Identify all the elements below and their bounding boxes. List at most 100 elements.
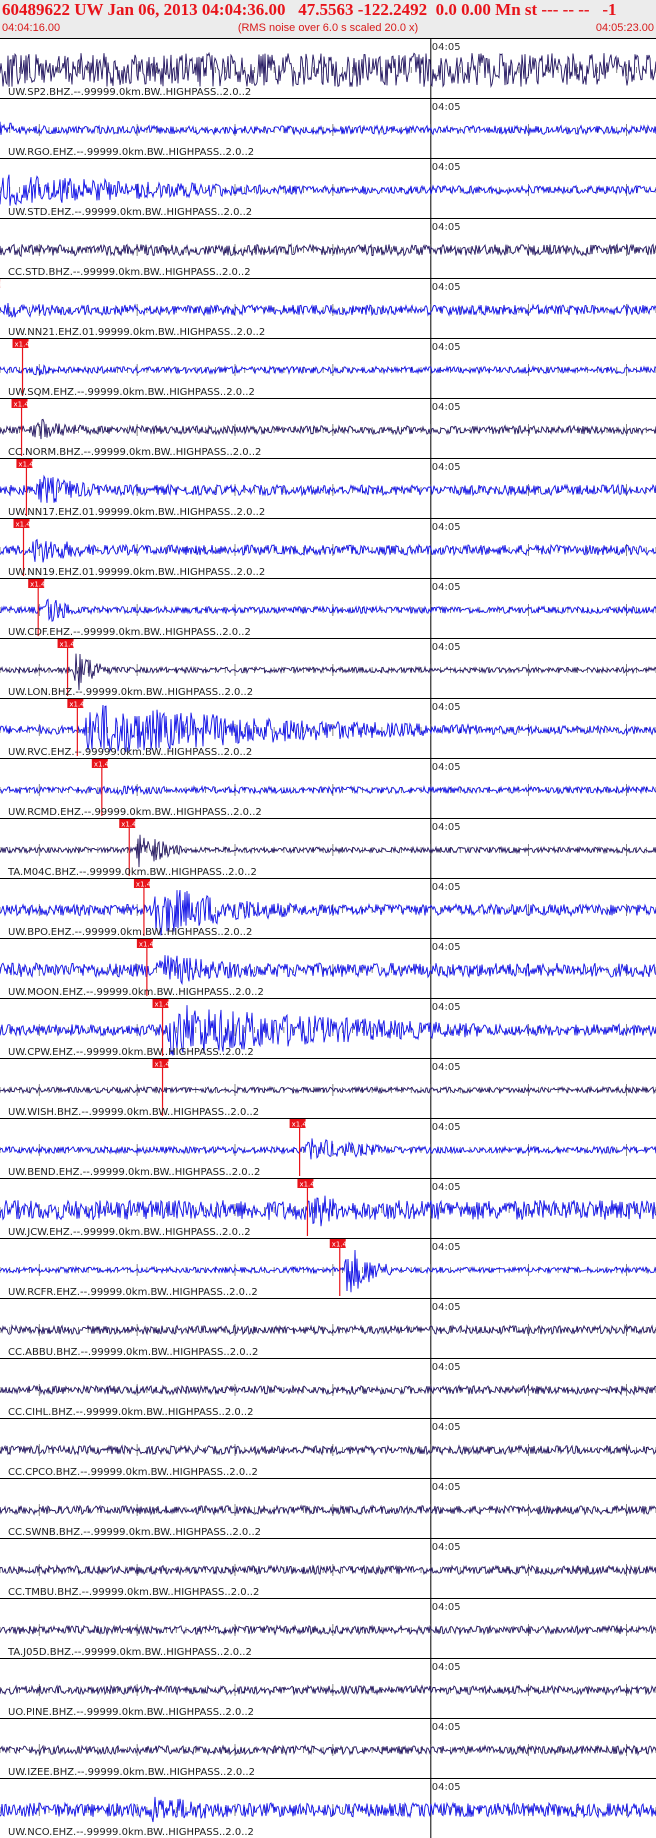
- waveform: [0, 1744, 656, 1756]
- trace-label: CC.STD.BHZ.--.99999.0km.BW..HIGHPASS..2.…: [8, 267, 251, 278]
- waveform: [0, 364, 656, 376]
- trace-panel: 04:05 x1.4 CC.NORM.BHZ.--.99999.0km.BW..HI…: [0, 398, 656, 458]
- waveform: [0, 704, 656, 753]
- trace-panel: 04:05 CC.CIHL.BHZ.--.99999.0km.BW..HIGHPA…: [0, 1358, 656, 1418]
- trace-panel: 04:05 x1.4 UW.CPW.EHZ.--.99999.0km.BW..HIG…: [0, 998, 656, 1058]
- pick-label: x1.4: [18, 461, 34, 469]
- waveform: [0, 1138, 656, 1160]
- trace-label: UW.LON.BHZ.--.99999.0km.BW..HIGHPASS..2.…: [8, 687, 253, 698]
- minute-label: 04:05: [432, 42, 461, 53]
- waveform: [0, 1444, 656, 1456]
- trace-panel: 04:05 CC.CPCO.BHZ.--.99999.0km.BW..HIGHPA…: [0, 1418, 656, 1478]
- pick-label: x1.4: [332, 1241, 348, 1249]
- trace-label: UW.IZEE.BHZ.--.99999.0km.BW..HIGHPASS..2…: [8, 1767, 255, 1778]
- waveform: [0, 1564, 656, 1576]
- waveform: [0, 955, 656, 986]
- trace-panel: 04:05 UW.NCO.EHZ.--.99999.0km.BW..HIGHPAS…: [0, 1778, 656, 1838]
- trace-label: UW.SQM.EHZ.--.99999.0km.BW..HIGHPASS..2.…: [8, 387, 255, 398]
- trace-label: CC.ABBU.BHZ.--.99999.0km.BW..HIGHPASS..2…: [8, 1347, 258, 1358]
- trace-panel: 04:05 x1.4 UW.CDF.EHZ.--.99999.0km.BW..HIG…: [0, 578, 656, 638]
- minute-label: 04:05: [432, 342, 461, 353]
- trace-panel: 04:05 TA.J05D.BHZ.--.99999.0km.BW..HIGHPA…: [0, 1598, 656, 1658]
- trace-panel: 04:05 x1.4 UW.LON.BHZ.--.99999.0km.BW..HIG…: [0, 638, 656, 698]
- pick-label: x1.4: [60, 641, 76, 649]
- trace-panel: 04:05 UO.PINE.BHZ.--.99999.0km.BW..HIGHPA…: [0, 1658, 656, 1718]
- time-ticks: [0, 664, 656, 676]
- trace-panel: 04:05 CC.SWNB.BHZ.--.99999.0km.BW..HIGHPA…: [0, 1478, 656, 1538]
- minute-label: 04:05: [432, 1242, 461, 1253]
- waveform: [0, 1085, 656, 1095]
- waveform: [0, 51, 656, 88]
- minute-label: 04:05: [432, 522, 461, 533]
- waveform: [0, 1195, 656, 1227]
- waveform: [0, 418, 656, 440]
- end-time: 04:05:23.00: [595, 22, 654, 34]
- minute-label: 04:05: [432, 882, 461, 893]
- pick-label: x1.4: [94, 761, 110, 769]
- trace-label: CC.TMBU.BHZ.--.99999.0km.BW..HIGHPASS..2…: [8, 1587, 259, 1598]
- trace-label: CC.CPCO.BHZ.--.99999.0km.BW..HIGHPASS..2…: [8, 1467, 258, 1478]
- waveform: [0, 1796, 656, 1823]
- trace-panel: 04:05 x1.4 TA.M04C.BHZ.--.99999.0km.BW..HI…: [0, 818, 656, 878]
- minute-label: 04:05: [432, 582, 461, 593]
- waveform: [0, 243, 656, 258]
- trace-panel: 04:05 x1.4 UW.NN21.EHZ.01.99999.0km.BW..HI…: [0, 278, 656, 338]
- minute-label: 04:05: [432, 162, 461, 173]
- trace-label: UW.CDF.EHZ.--.99999.0km.BW..HIGHPASS..2.…: [8, 627, 251, 638]
- trace-panel: 04:05 x1.4 UW.MOON.EHZ.--.99999.0km.BW..HI…: [0, 938, 656, 998]
- trace-label: UW.JCW.EHZ.--.99999.0km.BW..HIGHPASS..2.…: [8, 1227, 251, 1238]
- pick-label: x1.4: [292, 1121, 308, 1129]
- trace-label: UW.RGO.EHZ.--.99999.0km.BW..HIGHPASS..2.…: [8, 147, 254, 158]
- minute-label: 04:05: [432, 642, 461, 653]
- trace-label: UW.NN19.EHZ.01.99999.0km.BW..HIGHPASS..2…: [8, 567, 265, 578]
- trace-label: UW.BPO.EHZ.--.99999.0km.BW..HIGHPASS..2.…: [8, 927, 252, 938]
- trace-label: UW.RVC.EHZ.--.99999.0km.BW..HIGHPASS..2.…: [8, 747, 252, 758]
- minute-label: 04:05: [432, 1182, 461, 1193]
- minute-label: 04:05: [432, 1482, 461, 1493]
- trace-panel: 04:05 CC.TMBU.BHZ.--.99999.0km.BW..HIGHPA…: [0, 1538, 656, 1598]
- trace-label: TA.J05D.BHZ.--.99999.0km.BW..HIGHPASS..2…: [7, 1647, 252, 1658]
- trace-panel: 04:05 CC.ABBU.BHZ.--.99999.0km.BW..HIGHPA…: [0, 1298, 656, 1358]
- trace-label: UW.STD.EHZ.--.99999.0km.BW..HIGHPASS..2.…: [8, 207, 252, 218]
- trace-panel: 04:05x1.4UW.STD.EHZ.--.99999.0km.BW..HIG…: [0, 158, 656, 218]
- minute-label: 04:05: [432, 222, 461, 233]
- trace-panel: 04:05 x1.4 UW.NN17.EHZ.01.99999.0km.BW..HI…: [0, 458, 656, 518]
- pick-label: x1.4: [155, 1001, 171, 1009]
- trace-label: UW.NCO.EHZ.--.99999.0km.BW..HIGHPASS..2.…: [8, 1827, 254, 1838]
- waveform: [0, 121, 656, 136]
- trace-panel: 04:05 x1.4 UW.JCW.EHZ.--.99999.0km.BW..HIG…: [0, 1178, 656, 1238]
- trace-panel: 04:05 x1.4 UW.BEND.EHZ.--.99999.0km.BW..HI…: [0, 1118, 656, 1178]
- minute-label: 04:05: [432, 282, 461, 293]
- waveform: [0, 538, 656, 563]
- waveform: [0, 1324, 656, 1336]
- plot-header: 60489622 UW Jan 06, 2013 04:04:36.00 47.…: [0, 0, 656, 38]
- waveform: [0, 1684, 656, 1696]
- seismogram-plot: 04:05 x1.4 UW.SP2.BHZ.--.99999.0km.BW..HIG…: [0, 38, 656, 1838]
- minute-label: 04:05: [432, 1722, 461, 1733]
- minute-label: 04:05: [432, 1602, 461, 1613]
- pick-label: x1.4: [155, 1061, 171, 1069]
- waveform: [0, 1624, 656, 1636]
- pick-label: x1.4: [15, 521, 31, 529]
- minute-label: 04:05: [432, 1782, 461, 1793]
- pick-label: x1.4: [139, 941, 155, 949]
- waveform: [0, 598, 656, 622]
- pick-label: x1.4: [69, 701, 85, 709]
- minute-label: 04:05: [432, 762, 461, 773]
- trace-label: CC.CIHL.BHZ.--.99999.0km.BW..HIGHPASS..2…: [8, 1407, 253, 1418]
- waveform: [0, 1384, 656, 1396]
- pick-label: x1.4: [30, 581, 46, 589]
- trace-label: UW.SP2.BHZ.--.99999.0km.BW..HIGHPASS..2.…: [8, 87, 251, 98]
- minute-label: 04:05: [432, 1122, 461, 1133]
- waveform: [0, 784, 656, 796]
- trace-label: CC.SWNB.BHZ.--.99999.0km.BW..HIGHPASS..2…: [8, 1527, 261, 1538]
- time-ticks: [0, 1084, 656, 1096]
- trace-label: UW.CPW.EHZ.--.99999.0km.BW..HIGHPASS..2.…: [8, 1047, 254, 1058]
- trace-label: UO.PINE.BHZ.--.99999.0km.BW..HIGHPASS..2…: [8, 1707, 254, 1718]
- noise-note: (RMS noise over 6.0 s scaled 20.0 x): [237, 22, 419, 34]
- pick-label: x1.4: [14, 401, 30, 409]
- event-title: 60489622 UW Jan 06, 2013 04:04:36.00 47.…: [2, 0, 617, 19]
- pick-label: x1.4: [121, 821, 137, 829]
- trace-label: UW.BEND.EHZ.--.99999.0km.BW..HIGHPASS..2…: [8, 1167, 260, 1178]
- trace-label: UW.MOON.EHZ.--.99999.0km.BW..HIGHPASS..2…: [8, 987, 264, 998]
